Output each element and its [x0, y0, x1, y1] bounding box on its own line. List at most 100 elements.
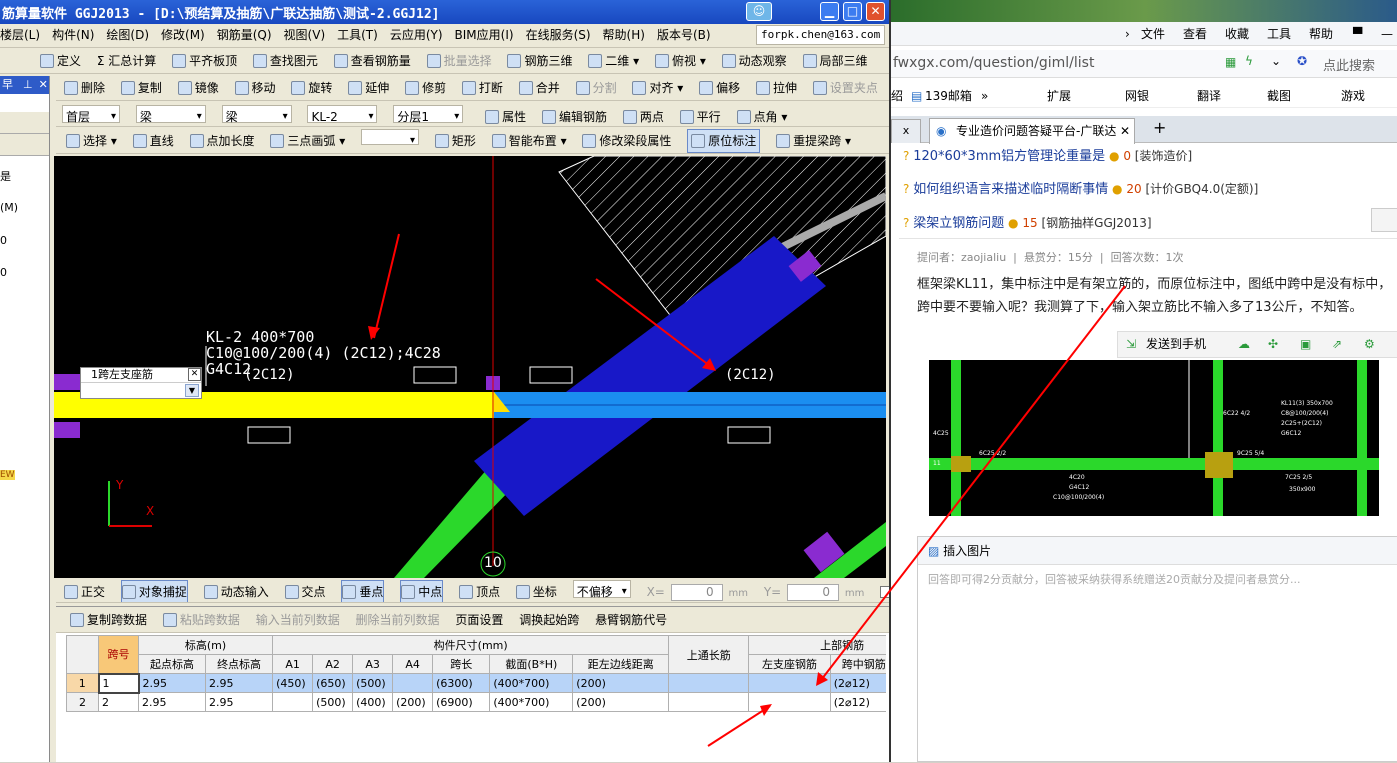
url-input[interactable]: fwxgx.com/question/giml/list	[893, 55, 1094, 71]
table-cell[interactable]: 2.95	[205, 673, 274, 693]
delete-column-button[interactable]: 删除当前列数据	[356, 609, 440, 631]
table-cell[interactable]: (400*700)	[489, 692, 574, 712]
vertex-snap[interactable]: 顶点	[459, 581, 500, 602]
insert-image-button[interactable]: 插入图片	[943, 544, 991, 558]
save-icon[interactable]: ▣	[1300, 332, 1311, 357]
three-point-arc-button[interactable]: 三点画弧 ▾	[270, 130, 345, 152]
table-cell[interactable]	[272, 692, 314, 712]
menu-item[interactable]: 帮助(H)	[603, 24, 645, 46]
question-tag[interactable]: [装饰造价]	[1135, 149, 1192, 163]
merge-button[interactable]: 合并	[518, 77, 560, 99]
copy-span-data-button[interactable]: 复制跨数据	[70, 609, 147, 631]
align-button[interactable]: 对齐 ▾	[632, 77, 683, 99]
table-cell[interactable]: (500)	[312, 692, 354, 712]
point-length-button[interactable]: 点加长度	[189, 130, 255, 152]
table-cell[interactable]: (2⌀12)	[829, 673, 886, 693]
user-email[interactable]: forpk.chen@163.com	[756, 25, 886, 45]
minimize-button[interactable]: ▁	[820, 2, 839, 21]
browser-menu-item[interactable]: 文件	[1141, 22, 1165, 46]
copy-button[interactable]: 复制	[120, 77, 162, 99]
side-button[interactable]	[1371, 208, 1397, 232]
panel-item[interactable]: (M)	[0, 201, 18, 214]
view-2d-select[interactable]: 二维 ▾	[588, 50, 639, 72]
edit-rebar-button[interactable]: 编辑钢筋	[541, 106, 607, 126]
table-cell[interactable]: 2.95	[137, 673, 207, 693]
extend-button[interactable]: 延伸	[348, 77, 389, 99]
question-item[interactable]: ? 梁架立钢筋问题 ● 15 [钢筋抽样GGJ2013]	[903, 212, 1152, 231]
question-tag[interactable]: [钢筋抽样GGJ2013]	[1041, 216, 1151, 230]
orbit-button[interactable]: 动态观察	[721, 50, 787, 72]
close-button[interactable]: ✕	[866, 2, 885, 21]
support-rebar-popup[interactable]: 1跨左支座筋 ✕ ▼	[80, 367, 202, 399]
menu-item[interactable]: 版本号(B)	[657, 24, 711, 46]
question-title[interactable]: 梁架立钢筋问题	[913, 216, 1004, 231]
re-extract-span-button[interactable]: 重提梁跨 ▾	[776, 130, 851, 152]
fav-item[interactable]: 扩展	[1047, 84, 1071, 108]
find-element-button[interactable]: 查找图元	[252, 50, 318, 72]
panel-item[interactable]: 0	[0, 234, 7, 247]
swap-start-span-button[interactable]: 调换起始跨	[519, 609, 579, 631]
pin-icon[interactable]: ⊥	[23, 78, 33, 91]
trim-button[interactable]: 修剪	[405, 77, 446, 99]
rotate-button[interactable]: 旋转	[291, 77, 332, 99]
modify-span-attr-button[interactable]: 修改梁段属性	[582, 130, 671, 152]
table-cell[interactable]: (500)	[352, 673, 394, 693]
two-point-button[interactable]: 两点	[622, 106, 664, 126]
rectangle-button[interactable]: 矩形	[434, 130, 476, 152]
beam-label-4[interactable]: (2C12)	[244, 367, 295, 383]
table-cell[interactable]: 2.95	[205, 692, 274, 712]
table-cell[interactable]: (200)	[572, 692, 670, 712]
type-select[interactable]: 梁	[135, 105, 206, 126]
table-cell[interactable]: 2.95	[137, 692, 207, 712]
table-cell[interactable]: 1	[97, 672, 140, 694]
table-row[interactable]: 2 2 2.95 2.95 (500) (400) (200) (6900) (…	[66, 692, 886, 712]
fullscreen-icon[interactable]: ✣	[1268, 332, 1278, 357]
ortho-toggle[interactable]: 正交	[64, 581, 105, 602]
purple-support[interactable]	[54, 374, 80, 390]
panel-item[interactable]: 0	[0, 266, 7, 279]
summary-calc-button[interactable]: Σ 汇总计算	[97, 50, 156, 72]
beam-label-5[interactable]: (2C12)	[725, 367, 776, 383]
chevron-right-icon[interactable]: ›	[1125, 22, 1130, 46]
menu-item[interactable]: 视图(V)	[284, 24, 326, 46]
browser-menu-item[interactable]: 收藏	[1225, 22, 1249, 46]
table-cell[interactable]	[748, 673, 831, 693]
floor-select[interactable]: 首层	[62, 105, 120, 126]
subtype-select[interactable]: 梁	[221, 105, 292, 126]
properties-button[interactable]: 属性	[485, 106, 526, 126]
face-icon[interactable]: ☺	[746, 2, 772, 21]
fav-item[interactable]: 139邮箱	[925, 84, 972, 108]
cantilever-code-button[interactable]: 悬臂钢筋代号	[595, 609, 667, 631]
popup-close-icon[interactable]: ✕	[188, 368, 201, 381]
shape-select[interactable]	[361, 129, 420, 152]
menu-item[interactable]: 钢筋量(Q)	[217, 24, 272, 46]
col-span-no[interactable]: 跨号	[98, 635, 139, 674]
in-situ-label-button[interactable]: 原位标注	[687, 129, 761, 153]
menu-item[interactable]: 在线服务(S)	[526, 24, 591, 46]
table-scroll[interactable]: 跨号 标高(m) 构件尺寸(mm) 上通长筋 上部钢筋 起点标高 终点标高 A1…	[66, 635, 886, 763]
pin-icon[interactable]: ▀	[1353, 22, 1362, 46]
table-cell[interactable]	[668, 673, 750, 693]
search-engine-icon[interactable]: ✪	[1297, 54, 1307, 68]
rebar-3d-button[interactable]: 钢筋三维	[507, 50, 572, 72]
align-slab-top-button[interactable]: 平齐板顶	[172, 50, 237, 72]
top-view-select[interactable]: 俯视 ▾	[654, 50, 706, 72]
panel-item[interactable]: 是	[0, 168, 11, 184]
browser-menu-item[interactable]: 帮助	[1309, 22, 1333, 46]
table-cell[interactable]: (200)	[392, 692, 434, 712]
table-cell[interactable]: (6300)	[432, 673, 491, 693]
parallel-button[interactable]: 平行	[679, 106, 721, 126]
question-title[interactable]: 120*60*3mm铝方管理论重量是	[913, 149, 1105, 164]
table-cell[interactable]: (650)	[312, 673, 354, 693]
paste-span-data-button[interactable]: 粘贴跨数据	[162, 609, 240, 631]
search-input[interactable]: 点此搜索	[1323, 55, 1375, 74]
label-box[interactable]	[247, 426, 291, 444]
table-cell[interactable]: (6900)	[432, 692, 491, 712]
menu-item[interactable]: 楼层(L)	[0, 24, 40, 46]
lightning-icon[interactable]: ϟ	[1245, 54, 1253, 68]
line-button[interactable]: 直线	[132, 130, 174, 152]
midpoint-snap[interactable]: 中点	[400, 580, 444, 602]
menu-item[interactable]: BIM应用(I)	[455, 24, 514, 46]
menu-item[interactable]: 绘图(D)	[106, 24, 149, 46]
stretch-button[interactable]: 拉伸	[755, 77, 797, 99]
